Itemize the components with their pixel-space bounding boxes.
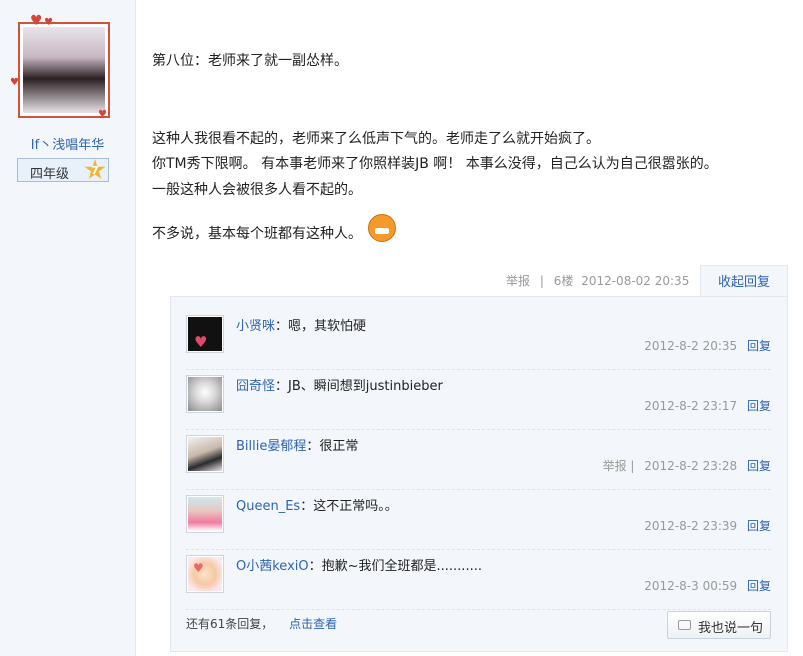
heart-icon: ♥ [44, 17, 53, 28]
reply-colon: ： [306, 439, 320, 454]
reply-button[interactable]: 回复 [747, 519, 771, 533]
floor-number: 6楼 [553, 274, 574, 288]
reply-time: 2012-8-3 00:59 [644, 579, 738, 593]
heart-icon: ♥ [193, 561, 204, 575]
reply-content: O小茜kexiO：抱歉~我们全班都是........... [236, 555, 482, 574]
report-link[interactable]: 举报 [506, 274, 530, 288]
post-line-4: 一般这种人会被很多人看不起的。 [152, 182, 362, 198]
reply-button[interactable]: 回复 [747, 579, 771, 593]
reply-item: ♥ O小茜kexiO：抱歉~我们全班都是........... 2012-8-3… [186, 551, 771, 610]
post-meta: 举报 | 6楼 2012-08-02 20:35 [500, 272, 689, 289]
reply-text: 这不正常吗。。 [313, 499, 398, 514]
reply-meta: 2012-8-3 00:59 回复 [644, 577, 771, 594]
more-replies-text: 还有61条回复， [186, 617, 274, 631]
reply-time: 2012-8-2 23:17 [644, 399, 738, 413]
reply-meta: 2012-8-2 20:35 回复 [644, 337, 771, 354]
reply-text: JB、瞬间想到justinbieber [288, 379, 443, 394]
reply-avatar[interactable] [186, 495, 224, 533]
reply-colon: ： [275, 379, 289, 394]
reply-colon: ： [308, 559, 322, 574]
grade-label: 四年级 [30, 167, 70, 182]
reply-time: 2012-8-2 23:39 [644, 519, 738, 533]
reply-button[interactable]: 回复 [747, 339, 771, 353]
reply-meta: 2012-8-2 23:39 回复 [644, 517, 771, 534]
author-avatar[interactable]: ♥ ♥ ♥ ♥ [10, 14, 110, 120]
grade-star-icon: 7 [84, 159, 106, 180]
reply-item: Queen_Es：这不正常吗。。 2012-8-2 23:39 回复 [186, 491, 771, 550]
avatar-frame [18, 22, 110, 118]
reply-item: ♥ 小贤咪：嗯，其软怕硬 2012-8-2 20:35 回复 [186, 311, 771, 370]
reply-content: 囧奇怪：JB、瞬间想到justinbieber [236, 375, 443, 394]
reply-text: 嗯，其软怕硬 [288, 319, 367, 334]
reply-content: Queen_Es：这不正常吗。。 [236, 495, 398, 514]
reply-text: 很正常 [319, 439, 359, 454]
reply-username[interactable]: Queen_Es [236, 499, 300, 514]
more-replies: 还有61条回复， 点击查看 [186, 615, 337, 632]
reply-avatar[interactable]: ♥ [186, 315, 224, 353]
grade-badge[interactable]: 四年级 7 [17, 158, 109, 182]
reply-colon: ： [275, 319, 289, 334]
heart-icon: ♥ [194, 333, 208, 351]
reply-button[interactable]: 回复 [747, 459, 771, 473]
author-sidebar: ♥ ♥ ♥ ♥ If丶浅唱年华 四年级 7 [0, 0, 136, 656]
add-comment-label: 我也说一句 [698, 621, 764, 636]
post-line-5: 不多说，基本每个班都有这种人。 [152, 226, 362, 242]
collapse-replies-button[interactable]: 收起回复 [700, 265, 788, 297]
add-comment-button[interactable]: 我也说一句 [667, 611, 771, 639]
reply-item: 囧奇怪：JB、瞬间想到justinbieber 2012-8-2 23:17 回… [186, 371, 771, 430]
reply-report-link[interactable]: 举报 | [603, 459, 635, 473]
reply-text: 抱歉~我们全班都是........... [321, 559, 482, 574]
reply-avatar[interactable] [186, 435, 224, 473]
reply-content: 小贤咪：嗯，其软怕硬 [236, 315, 366, 334]
reply-panel: ♥ 小贤咪：嗯，其软怕硬 2012-8-2 20:35 回复 囧奇怪：JB、瞬间… [170, 296, 788, 652]
reply-time: 2012-8-2 23:28 [644, 459, 738, 473]
view-more-link[interactable]: 点击查看 [289, 617, 337, 631]
heart-icon: ♥ [98, 109, 107, 120]
post-line-5-wrap: 不多说，基本每个班都有这种人。 [152, 214, 397, 248]
avatar-image [23, 27, 105, 113]
reply-avatar[interactable] [186, 375, 224, 413]
meta-separator: | [539, 274, 544, 288]
reply-username[interactable]: 囧奇怪 [236, 379, 275, 394]
reply-meta: 举报 | 2012-8-2 23:28 回复 [603, 457, 771, 474]
reply-avatar[interactable]: ♥ [186, 555, 224, 593]
post-line-3: 你TM秀下限啊。 有本事老师来了你照样装JB 啊！ 本事么没得，自己么认为自己很… [152, 156, 718, 172]
author-username[interactable]: If丶浅唱年华 [0, 134, 135, 153]
heart-icon: ♥ [30, 13, 43, 29]
post-time: 2012-08-02 20:35 [581, 274, 690, 288]
reply-content: Billie晏郁程：很正常 [236, 435, 358, 454]
reply-colon: ： [300, 499, 314, 514]
speech-bubble-icon [678, 620, 691, 630]
reply-meta: 2012-8-2 23:17 回复 [644, 397, 771, 414]
reply-time: 2012-8-2 20:35 [644, 339, 738, 353]
angry-face-icon [368, 214, 397, 242]
post-line-1: 第八位：老师来了就一副怂样。 [152, 53, 348, 69]
heart-icon: ♥ [10, 77, 19, 88]
post-line-2: 这种人我很看不起的，老师来了么低声下气的。老师走了么就开始疯了。 [152, 131, 600, 147]
reply-button[interactable]: 回复 [747, 399, 771, 413]
reply-item: Billie晏郁程：很正常 举报 | 2012-8-2 23:28 回复 [186, 431, 771, 490]
reply-username[interactable]: 小贤咪 [236, 319, 275, 334]
reply-username[interactable]: O小茜kexiO [236, 559, 309, 574]
reply-username[interactable]: Billie晏郁程 [236, 439, 306, 454]
